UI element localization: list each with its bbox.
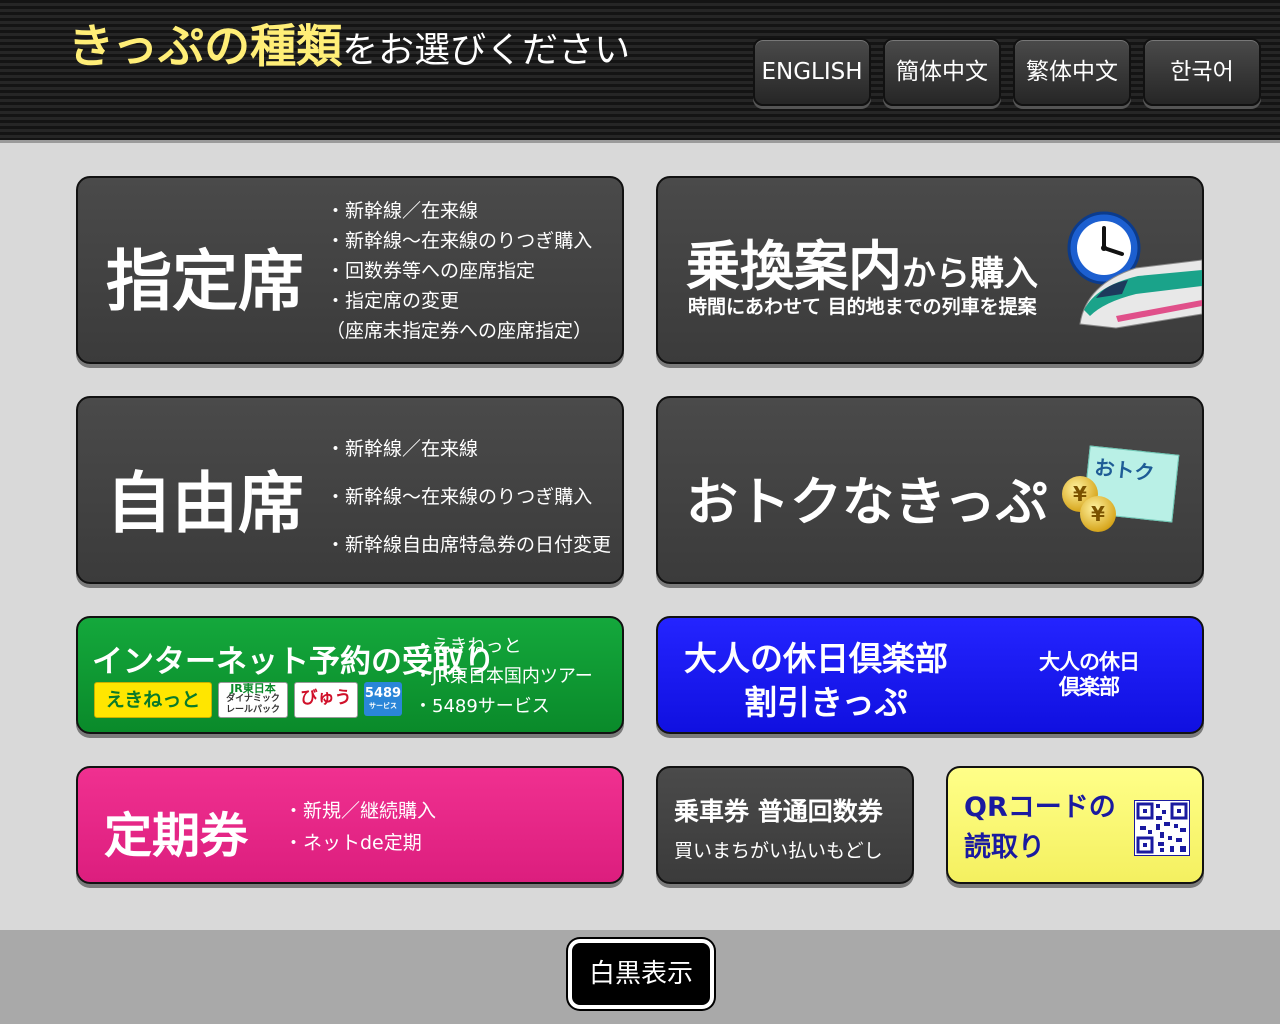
otoku-tag-text: おトク bbox=[1093, 455, 1156, 486]
commuter-bullet-1: ・新規／継続購入 bbox=[284, 800, 437, 822]
internet-bullet-1: ・えきねっと bbox=[414, 636, 522, 657]
commuter-pass-button[interactable]: 定期券 ・新規／継続購入 ・ネットde定期 bbox=[76, 766, 624, 884]
discount-ticket-button[interactable]: おトクなきっぷ おトク ¥ ¥ bbox=[656, 396, 1204, 584]
otona-logo-line2: 倶楽部 bbox=[1059, 675, 1120, 699]
ekinet-logo: えきねっと bbox=[94, 682, 212, 718]
shinkansen-train-icon bbox=[1079, 259, 1202, 329]
reserved-seat-bullets: ・新幹線／在来線 ・新幹線～在来線のりつぎ購入 ・回数券等への座席指定 ・指定席… bbox=[326, 196, 592, 346]
qr-code-read-button[interactable]: QRコードの 読取り bbox=[946, 766, 1204, 884]
commuter-pass-bullets: ・新規／継続購入 ・ネットde定期 bbox=[284, 796, 436, 860]
otona-club-discount-label: 割引きっぷ bbox=[744, 683, 908, 722]
transfer-guide-label: 乗換案内 bbox=[686, 235, 902, 298]
language-traditional-chinese-button[interactable]: 繁体中文 bbox=[1013, 38, 1131, 106]
jr-railpack-text: レールパック bbox=[225, 705, 280, 715]
commuter-bullet-2: ・ネットde定期 bbox=[284, 832, 422, 854]
header-bar: きっぷの種類をお選びください ENGLISH 簡体中文 繁体中文 한국어 bbox=[0, 0, 1280, 143]
qr-code-icon bbox=[1134, 800, 1190, 856]
transfer-guide-suffix: から購入 bbox=[902, 254, 1038, 294]
otona-no-kyujitsu-club-button[interactable]: 大人の休日倶楽部 割引きっぷ 大人の休日 倶楽部 bbox=[656, 616, 1204, 734]
unreserved-seat-label: 自由席 bbox=[106, 465, 304, 542]
5489-logo-sub: サービス bbox=[369, 702, 397, 710]
5489-service-logo: 5489 サービス bbox=[364, 682, 402, 716]
unreserved-seat-bullets: ・新幹線／在来線 ・新幹線～在来線のりつぎ購入 ・新幹線自由席特急券の日付変更 bbox=[326, 434, 611, 560]
page-title-rest: をお選びください bbox=[342, 30, 631, 71]
unreserved-seat-button[interactable]: 自由席 ・新幹線／在来線 ・新幹線～在来線のりつぎ購入 ・新幹線自由席特急券の日… bbox=[76, 396, 624, 584]
internet-bullet-3: ・5489サービス bbox=[414, 696, 550, 717]
transfer-guide-title: 乗換案内から購入 bbox=[686, 222, 1038, 301]
jr-dynamic-text: ダイナミック bbox=[226, 694, 280, 704]
refund-title: 乗車券 普通回数券 bbox=[674, 797, 883, 826]
language-english-button[interactable]: ENGLISH bbox=[753, 38, 871, 106]
internet-bullet-2: ・JR東日本国内ツアー bbox=[414, 666, 593, 687]
qr-label: QRコードの 読取り bbox=[964, 788, 1116, 868]
yen-coin-icon-2: ¥ bbox=[1080, 496, 1116, 532]
reserved-bullet-3: ・回数券等への座席指定 bbox=[326, 260, 536, 282]
ticket-refund-button[interactable]: 乗車券 普通回数券 買いまちがい払いもどし bbox=[656, 766, 914, 884]
otona-club-label: 大人の休日倶楽部 bbox=[684, 639, 948, 678]
transfer-guide-button[interactable]: 乗換案内から購入 時間にあわせて 目的地までの列車を提案 bbox=[656, 176, 1204, 364]
discount-ticket-label: おトクなきっぷ bbox=[686, 473, 1048, 533]
otona-club-logo: 大人の休日 倶楽部 bbox=[1024, 650, 1154, 700]
page-title: きっぷの種類をお選びください bbox=[68, 10, 630, 76]
language-simplified-chinese-button[interactable]: 簡体中文 bbox=[883, 38, 1001, 106]
reserved-seat-button[interactable]: 指定席 ・新幹線／在来線 ・新幹線～在来線のりつぎ購入 ・回数券等への座席指定 … bbox=[76, 176, 624, 364]
jr-east-logo-text: JR東日本 bbox=[230, 682, 276, 695]
internet-reservation-bullets: ・えきねっと ・JR東日本国内ツアー ・5489サービス bbox=[414, 632, 593, 722]
commuter-pass-label: 定期券 bbox=[104, 808, 249, 864]
qr-label-line1: QRコードの bbox=[964, 792, 1116, 823]
transfer-guide-sub: 時間にあわせて 目的地までの列車を提案 bbox=[688, 296, 1037, 318]
reserved-bullet-1: ・新幹線／在来線 bbox=[326, 200, 479, 222]
refund-sub: 買いまちがい払いもどし bbox=[674, 840, 883, 862]
qr-label-line2: 読取り bbox=[964, 832, 1045, 863]
viewru-logo: びゅう bbox=[294, 682, 358, 718]
unreserved-bullet-2: ・新幹線～在来線のりつぎ購入 bbox=[326, 486, 593, 508]
language-korean-button[interactable]: 한국어 bbox=[1143, 38, 1261, 106]
jr-east-dynamic-logo: JR東日本 ダイナミック レールパック bbox=[218, 682, 288, 718]
unreserved-bullet-1: ・新幹線／在来線 bbox=[326, 438, 479, 460]
internet-reservation-pickup-button[interactable]: インターネット予約の受取り ・えきねっと ・JR東日本国内ツアー ・5489サー… bbox=[76, 616, 624, 734]
5489-logo-number: 5489 bbox=[364, 686, 402, 701]
reserved-seat-label: 指定席 bbox=[106, 243, 304, 320]
page-title-strong: きっぷの種類 bbox=[68, 19, 343, 73]
reserved-bullet-5: （座席未指定券への座席指定） bbox=[326, 320, 593, 342]
otona-logo-line1: 大人の休日 bbox=[1039, 650, 1140, 674]
reserved-bullet-4: ・指定席の変更 bbox=[326, 290, 460, 312]
reserved-bullet-2: ・新幹線～在来線のりつぎ購入 bbox=[326, 230, 593, 252]
monochrome-display-button[interactable]: 白黒表示 bbox=[568, 939, 714, 1009]
unreserved-bullet-3: ・新幹線自由席特急券の日付変更 bbox=[326, 534, 612, 556]
